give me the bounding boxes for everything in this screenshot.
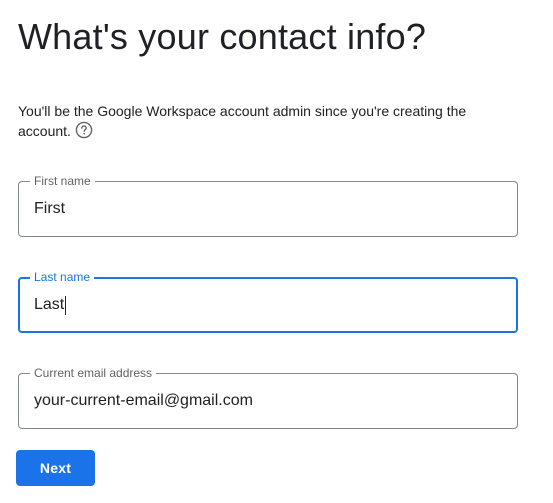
email-input[interactable]: your-current-email@gmail.com — [34, 374, 502, 428]
last-name-value: Last — [34, 296, 65, 313]
first-name-value: First — [34, 200, 66, 217]
help-circle-icon[interactable] — [75, 121, 93, 139]
next-button[interactable]: Next — [16, 450, 95, 486]
page-title: What's your contact info? — [18, 16, 427, 57]
email-value: your-current-email@gmail.com — [34, 392, 253, 409]
page-description: You'll be the Google Workspace account a… — [18, 101, 518, 141]
last-name-input[interactable]: Last — [34, 279, 501, 331]
email-field[interactable]: Current email address your-current-email… — [18, 366, 518, 429]
last-name-field[interactable]: Last name Last — [18, 270, 518, 333]
first-name-input[interactable]: First — [34, 182, 502, 236]
first-name-field[interactable]: First name First — [18, 174, 518, 237]
text-cursor — [65, 295, 67, 315]
